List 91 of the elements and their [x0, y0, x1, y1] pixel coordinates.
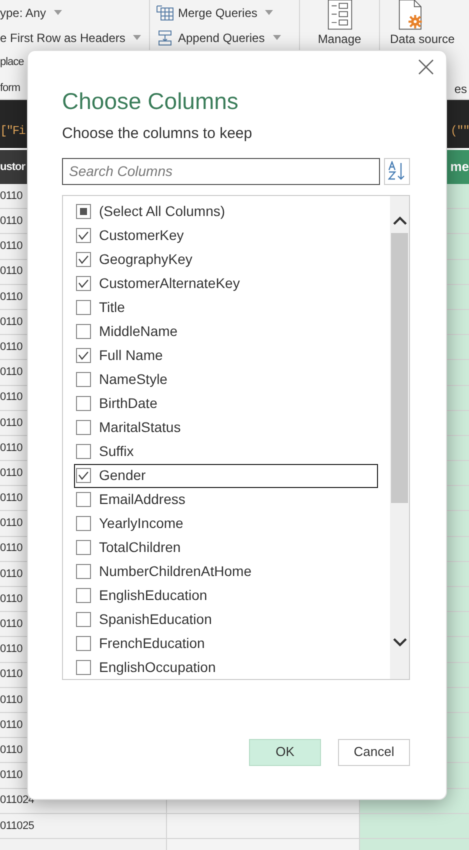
cell-text: 0110 — [0, 440, 22, 456]
checkbox[interactable] — [76, 516, 91, 531]
ribbon-button[interactable]: ype: Any — [0, 0, 149, 25]
dialog-title: Choose Columns — [62, 87, 238, 115]
scrollbar[interactable] — [390, 196, 409, 678]
sort-button[interactable] — [384, 158, 410, 184]
group-label: es — [454, 81, 467, 98]
list-item[interactable]: NameStyle — [74, 368, 378, 392]
checkbox[interactable] — [76, 492, 91, 507]
column-header-text: ustor — [0, 160, 25, 175]
cell-text: 0110 — [0, 592, 22, 607]
checkbox[interactable] — [76, 228, 91, 243]
cell-text: 0110 — [0, 566, 22, 582]
checkbox[interactable] — [76, 300, 91, 315]
cell-text: 0110 — [0, 188, 22, 204]
list-item[interactable]: MaritalStatus — [74, 416, 378, 440]
chevron-down-icon[interactable] — [392, 638, 406, 646]
cell-text: 0110 — [0, 390, 22, 406]
list-item[interactable]: Gender — [74, 464, 378, 488]
cell-text: 0110 — [0, 314, 22, 330]
list-item[interactable]: EnglishOccupation — [74, 656, 378, 678]
cell-text: 0110 — [0, 516, 22, 532]
cell-text: 0110 — [0, 742, 22, 758]
cell-text: 0110 — [0, 290, 22, 305]
cell-text: 0110 — [0, 416, 22, 431]
sort-icon — [388, 161, 406, 181]
cell-text: 0110 — [0, 365, 22, 380]
list-item[interactable]: MiddleName — [74, 320, 378, 344]
checkbox[interactable] — [76, 276, 91, 291]
list-item[interactable]: Full Name — [74, 344, 378, 368]
close-button[interactable] — [418, 59, 434, 75]
cell-text: 0110 — [0, 466, 22, 481]
list-item[interactable]: (Select All Columns) — [74, 200, 378, 224]
chevron-up-icon[interactable] — [392, 216, 406, 224]
list-item[interactable]: BirthDate — [74, 392, 378, 416]
cell-text: 0110 — [0, 768, 22, 784]
cell-text: 0110 — [0, 491, 22, 506]
cell-text: 0110 — [0, 642, 22, 658]
cancel-button[interactable]: Cancel — [338, 738, 410, 766]
checkbox[interactable] — [76, 396, 91, 411]
checkbox[interactable] — [76, 636, 91, 651]
checkbox[interactable] — [76, 252, 91, 267]
checkbox[interactable] — [76, 588, 91, 603]
cell-text: 0110 — [0, 264, 22, 280]
list-item[interactable]: Suffix — [74, 440, 378, 464]
list-item[interactable]: EnglishEducation — [74, 584, 378, 608]
cell-text: 0110 — [0, 239, 22, 254]
checkbox[interactable] — [76, 444, 91, 459]
group-label: form — [0, 81, 20, 96]
checkbox[interactable] — [76, 564, 91, 579]
list-item[interactable]: Title — [74, 296, 378, 320]
table-append-icon — [156, 30, 174, 46]
checkbox[interactable] — [76, 372, 91, 387]
cell-text: 0110 — [0, 617, 22, 632]
ribbon-button[interactable]: Merge Queries — [156, 0, 299, 25]
list-item[interactable]: SpanishEducation — [74, 608, 378, 632]
cell-text: 0110 — [0, 340, 22, 355]
cell-text: 0110 — [0, 692, 22, 708]
cell-text: 0110 — [0, 541, 22, 556]
list-item[interactable]: FrenchEducation — [74, 632, 378, 656]
list-item[interactable]: NumberChildrenAtHome — [74, 560, 378, 584]
search-field[interactable]: Search Columns — [62, 158, 380, 184]
cell-text: 0110 — [0, 667, 22, 682]
table-merge-icon — [156, 4, 174, 20]
checkbox[interactable] — [76, 540, 91, 555]
column-header-text: me — [450, 158, 469, 176]
dialog-subtitle: Choose the columns to keep — [62, 124, 252, 144]
scrollbar-thumb[interactable] — [391, 232, 408, 502]
ribbon-button[interactable]: e First Row as Headers — [0, 25, 149, 50]
checkbox[interactable] — [76, 468, 91, 483]
list-item[interactable]: CustomerAlternateKey — [74, 272, 378, 296]
list-item[interactable]: TotalChildren — [74, 536, 378, 560]
checkbox[interactable] — [76, 348, 91, 363]
list-item[interactable]: EmailAddress — [74, 488, 378, 512]
checkbox[interactable] — [76, 660, 91, 675]
formula-text: ("" — [450, 123, 469, 140]
data-source-label: Data source — [390, 32, 455, 46]
manage-label: Manage — [318, 32, 362, 46]
checkbox[interactable] — [76, 324, 91, 339]
cell-text: 0110 — [0, 214, 22, 230]
list-item[interactable]: CustomerKey — [74, 224, 378, 248]
list-item[interactable]: GeographyKey — [74, 248, 378, 272]
checkbox[interactable] — [76, 420, 91, 435]
checkbox[interactable] — [76, 612, 91, 627]
checkbox[interactable] — [76, 204, 91, 219]
cell-text: 011025 — [0, 818, 34, 834]
ribbon-button[interactable]: Append Queries — [156, 25, 299, 50]
list-item[interactable]: YearlyIncome — [74, 512, 378, 536]
formula-text: ["Fi — [0, 123, 25, 140]
ok-button[interactable]: OK — [249, 738, 321, 766]
cell-text: 0110 — [0, 718, 22, 733]
